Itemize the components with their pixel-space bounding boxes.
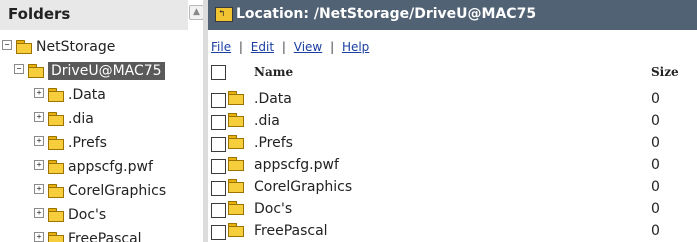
folder-icon (228, 157, 244, 171)
folder-icon (48, 232, 64, 242)
folder-icon (228, 135, 244, 149)
file-size: 0 (651, 223, 660, 239)
select-all-checkbox[interactable] (211, 65, 226, 80)
expand-icon[interactable]: + (34, 184, 44, 194)
file-row[interactable]: Doc's 0 (208, 198, 697, 220)
folder-icon (48, 88, 64, 102)
menu-help[interactable]: Help (342, 40, 369, 54)
file-browser-panel: ↰ Location: /NetStorage/DriveU@MAC75 Fil… (208, 0, 697, 242)
folder-icon (228, 179, 244, 193)
folder-icon (48, 184, 64, 198)
tree-item[interactable]: − DriveU@MAC75 (0, 62, 200, 82)
menu-separator: | (238, 40, 243, 54)
file-size: 0 (651, 157, 660, 173)
menu-separator: | (330, 40, 335, 54)
tree-item-label[interactable]: .dia (68, 111, 94, 127)
row-checkbox[interactable] (211, 93, 226, 108)
scroll-up-icon[interactable]: ▲ (189, 5, 203, 20)
file-row[interactable]: FreePascal 0 (208, 220, 697, 242)
tree-item[interactable]: + .Data (0, 86, 200, 106)
menu-view[interactable]: View (294, 40, 322, 54)
collapse-icon[interactable]: − (2, 40, 12, 50)
tree-item-label[interactable]: FreePascal (68, 231, 142, 242)
file-name[interactable]: .Data (254, 91, 292, 107)
file-name[interactable]: FreePascal (254, 223, 328, 239)
row-checkbox[interactable] (211, 115, 226, 130)
row-checkbox[interactable] (211, 159, 226, 174)
folder-icon (16, 40, 32, 54)
file-row[interactable]: .dia 0 (208, 110, 697, 132)
file-name[interactable]: appscfg.pwf (254, 157, 339, 173)
tree-item-label[interactable]: CorelGraphics (68, 183, 166, 199)
tree-item-label[interactable]: DriveU@MAC75 (48, 62, 165, 80)
folder-icon (228, 223, 244, 237)
file-row[interactable]: appscfg.pwf 0 (208, 154, 697, 176)
row-checkbox[interactable] (211, 137, 226, 152)
file-name[interactable]: .dia (254, 113, 280, 129)
menu-separator: | (281, 40, 286, 54)
folder-icon (48, 208, 64, 222)
tree-item-label[interactable]: Doc's (68, 207, 106, 223)
tree-item-label[interactable]: NetStorage (36, 39, 115, 55)
file-size: 0 (651, 113, 660, 129)
file-name[interactable]: Doc's (254, 201, 292, 217)
menu-edit[interactable]: Edit (251, 40, 274, 54)
folder-up-icon[interactable]: ↰ (215, 7, 233, 22)
row-checkbox[interactable] (211, 181, 226, 196)
row-checkbox[interactable] (211, 225, 226, 240)
folder-icon (48, 160, 64, 174)
location-bar: ↰ Location: /NetStorage/DriveU@MAC75 (208, 0, 697, 30)
tree-item-label[interactable]: appscfg.pwf (68, 159, 153, 175)
folder-icon (228, 91, 244, 105)
tree-item[interactable]: + Doc's (0, 206, 200, 226)
menu-bar: File | Edit | View | Help (211, 40, 369, 54)
file-size: 0 (651, 179, 660, 195)
file-row[interactable]: .Prefs 0 (208, 132, 697, 154)
file-name[interactable]: .Prefs (254, 135, 293, 151)
tree-item[interactable]: − NetStorage (0, 38, 200, 58)
tree-item[interactable]: + .dia (0, 110, 200, 130)
expand-icon[interactable]: + (34, 88, 44, 98)
folders-panel: Folders ▲ − NetStorage − DriveU@MAC75 + .Data… (0, 0, 203, 242)
folder-icon (228, 201, 244, 215)
file-list-header: Name Size (208, 60, 697, 82)
expand-icon[interactable]: + (34, 136, 44, 146)
file-size: 0 (651, 91, 660, 107)
expand-icon[interactable]: + (34, 160, 44, 170)
file-name[interactable]: CorelGraphics (254, 179, 352, 195)
location-path: Location: /NetStorage/DriveU@MAC75 (236, 6, 537, 22)
tree-item-label[interactable]: .Data (68, 87, 106, 103)
tree-item[interactable]: + FreePascal (0, 230, 200, 242)
folder-icon (48, 136, 64, 150)
expand-icon[interactable]: + (34, 208, 44, 218)
row-checkbox[interactable] (211, 203, 226, 218)
folder-icon (228, 113, 244, 127)
folder-icon (28, 64, 44, 78)
folders-title: Folders (8, 5, 71, 23)
file-size: 0 (651, 201, 660, 217)
folders-header: Folders (0, 0, 188, 30)
column-header-name[interactable]: Name (254, 65, 293, 79)
tree-item-label[interactable]: .Prefs (68, 135, 107, 151)
tree-item[interactable]: + .Prefs (0, 134, 200, 154)
file-size: 0 (651, 135, 660, 151)
folder-icon (48, 112, 64, 126)
expand-icon[interactable]: + (34, 232, 44, 242)
column-header-size[interactable]: Size (651, 65, 679, 79)
tree-item[interactable]: + appscfg.pwf (0, 158, 200, 178)
collapse-icon[interactable]: − (14, 64, 24, 74)
file-row[interactable]: CorelGraphics 0 (208, 176, 697, 198)
tree-item[interactable]: + CorelGraphics (0, 182, 200, 202)
expand-icon[interactable]: + (34, 112, 44, 122)
menu-file[interactable]: File (211, 40, 231, 54)
file-row[interactable]: .Data 0 (208, 88, 697, 110)
